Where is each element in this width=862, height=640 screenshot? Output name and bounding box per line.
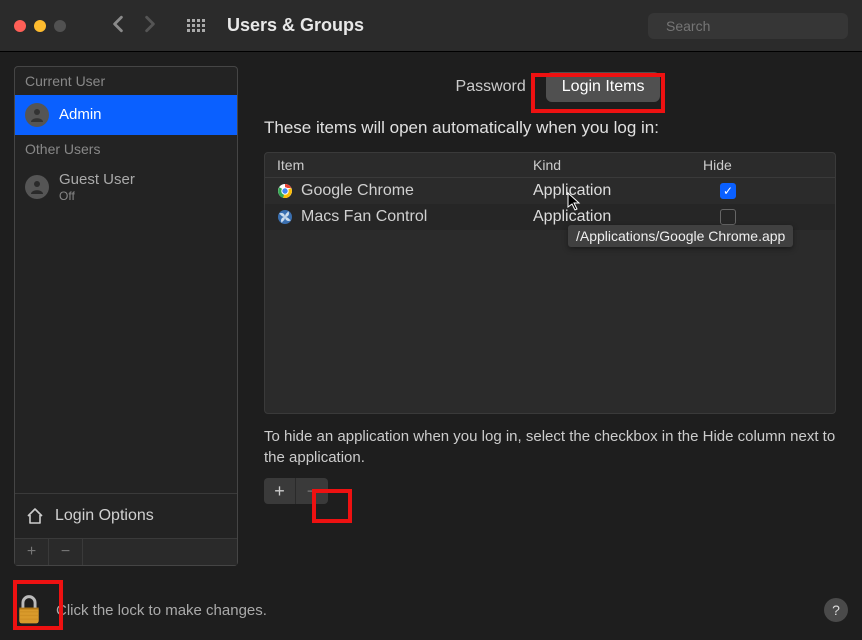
- item-kind: Application: [533, 208, 703, 226]
- zoom-window: [54, 20, 66, 32]
- login-options-label: Login Options: [55, 507, 154, 525]
- add-item-button[interactable]: +: [264, 478, 296, 504]
- tab-login-items[interactable]: Login Items: [546, 72, 661, 102]
- user-name: Guest User: [59, 171, 135, 189]
- help-button[interactable]: ?: [824, 598, 848, 622]
- login-items-table: Item Kind Hide Google Chrome Application…: [264, 152, 836, 414]
- table-row[interactable]: Google Chrome Application: [265, 178, 835, 204]
- column-hide[interactable]: Hide: [703, 157, 753, 173]
- path-tooltip: /Applications/Google Chrome.app: [568, 225, 793, 247]
- lock-text: Click the lock to make changes.: [56, 602, 267, 619]
- column-kind[interactable]: Kind: [533, 157, 703, 173]
- item-name: Macs Fan Control: [301, 208, 427, 226]
- column-item[interactable]: Item: [277, 157, 533, 173]
- window-title: Users & Groups: [227, 15, 364, 36]
- search-field[interactable]: [648, 13, 848, 39]
- add-user-button[interactable]: +: [15, 539, 49, 565]
- login-options[interactable]: Login Options: [15, 493, 237, 538]
- chrome-icon: [277, 183, 293, 199]
- forward-button[interactable]: [143, 15, 157, 36]
- remove-item-button[interactable]: −: [296, 478, 328, 504]
- close-window[interactable]: [14, 20, 26, 32]
- fan-icon: [277, 209, 293, 225]
- item-name: Google Chrome: [301, 182, 414, 200]
- home-icon: [25, 506, 45, 526]
- main-panel: Password Login Items These items will op…: [252, 66, 848, 566]
- avatar: [25, 175, 49, 199]
- current-user-header: Current User: [15, 67, 237, 95]
- remove-user-button[interactable]: −: [49, 539, 83, 565]
- user-name: Admin: [59, 106, 102, 124]
- minimize-window[interactable]: [34, 20, 46, 32]
- hide-checkbox[interactable]: [720, 183, 736, 199]
- avatar: [25, 103, 49, 127]
- intro-text: These items will open automatically when…: [264, 118, 836, 138]
- search-input[interactable]: [666, 18, 847, 34]
- user-status: Off: [59, 189, 135, 203]
- sidebar-user-admin[interactable]: Admin: [15, 95, 237, 135]
- sidebar-user-guest[interactable]: Guest User Off: [15, 163, 237, 211]
- titlebar: Users & Groups: [0, 0, 862, 52]
- other-users-header: Other Users: [15, 135, 237, 163]
- show-all-prefs-icon[interactable]: [187, 19, 205, 32]
- tab-password[interactable]: Password: [440, 72, 542, 102]
- hide-hint-text: To hide an application when you log in, …: [264, 426, 836, 468]
- back-button[interactable]: [111, 15, 125, 36]
- users-sidebar: Current User Admin Other Users Guest Use…: [14, 66, 238, 566]
- window-controls: [14, 20, 66, 32]
- lock-icon[interactable]: [14, 593, 44, 627]
- item-kind: Application: [533, 182, 703, 200]
- hide-checkbox[interactable]: [720, 209, 736, 225]
